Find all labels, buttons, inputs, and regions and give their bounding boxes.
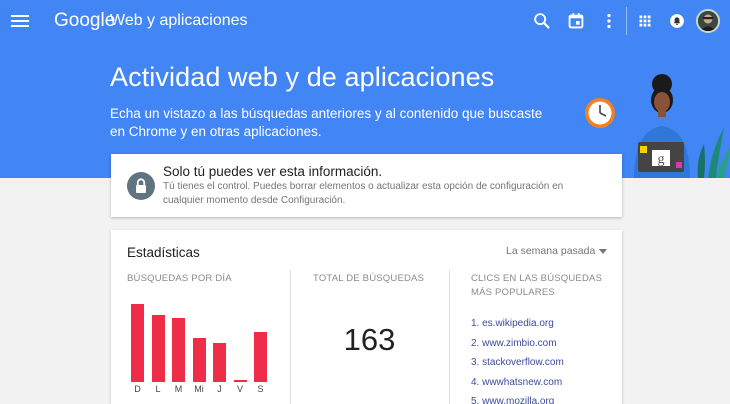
page-description: Echa un vistazo a las búsquedas anterior… [110,106,543,139]
day-label: L [155,384,161,394]
stats-title: Estadísticas [127,245,200,260]
bar-day-v [233,380,247,382]
calendar-icon[interactable] [565,10,587,32]
bar-day-m [172,318,185,382]
privacy-text: Tú tienes el control. Puedes borrar elem… [163,181,564,206]
more-vert-icon[interactable] [598,10,620,32]
page-title: Actividad web y de aplicaciones [110,62,495,92]
privacy-card: Solo tú puedes ver esta información. Tú … [111,154,622,217]
day-label: M [174,384,183,394]
total-searches-value: 163 [343,322,396,357]
period-dropdown[interactable]: La semana pasada [506,245,595,257]
day-label: D [134,384,141,394]
lock-icon [127,172,155,200]
top-clicks-label-line2: MÁS POPULARES [471,287,555,298]
avatar[interactable] [696,9,720,33]
bar-day-mi [192,338,206,382]
list-item: 5. www.mozilla.org [471,392,564,404]
toolbar-divider [626,7,627,35]
top-site-link[interactable]: 3. stackoverflow.com [471,357,564,368]
search-icon[interactable] [531,10,553,32]
day-label: Mi [194,384,204,394]
stats-card: Estadísticas La semana pasada BÚSQUEDAS … [111,230,622,404]
top-site-link[interactable]: 2. www.zimbio.com [471,338,557,349]
top-sites-list: 1. es.wikipedia.org 2. www.zimbio.com 3.… [471,314,564,404]
bar-day-j [213,343,226,382]
menu-icon[interactable] [10,12,30,30]
chevron-down-icon[interactable] [599,249,607,254]
google-logo[interactable]: Google [54,10,115,32]
top-site-link[interactable]: 5. www.mozilla.org [471,396,554,404]
top-clicks-label: CLICS EN LAS BÚSQUEDAS MÁS POPULARES [471,272,602,300]
total-searches-label: TOTAL DE BÚSQUEDAS [313,273,425,284]
top-site-link[interactable]: 4. wwwhatsnew.com [471,377,562,388]
notifications-icon[interactable] [666,10,688,32]
day-label: V [236,384,243,394]
app-title: Web y aplicaciones [110,12,248,29]
searches-per-day-label: BÚSQUEDAS POR DÍA [127,273,232,284]
apps-icon[interactable] [634,10,656,32]
top-clicks-label-line1: CLICS EN LAS BÚSQUEDAS [471,273,603,284]
list-item: 1. es.wikipedia.org [471,314,564,334]
privacy-title: Solo tú puedes ver esta información. [163,164,383,179]
list-item: 4. wwwhatsnew.com [471,373,564,393]
top-site-link[interactable]: 1. es.wikipedia.org [471,318,554,329]
day-label: J [217,384,222,394]
day-label: S [257,384,264,394]
bar-day-s [254,332,267,382]
bar-day-l [151,315,165,382]
column-divider [449,270,450,404]
list-item: 3. stackoverflow.com [471,353,564,373]
svg-text:g: g [658,152,665,167]
list-item: 2. www.zimbio.com [471,334,564,354]
top-app-bar: Google Web y aplicaciones [0,0,730,42]
bar-day-d [131,304,144,382]
searches-bar-chart [127,302,277,382]
